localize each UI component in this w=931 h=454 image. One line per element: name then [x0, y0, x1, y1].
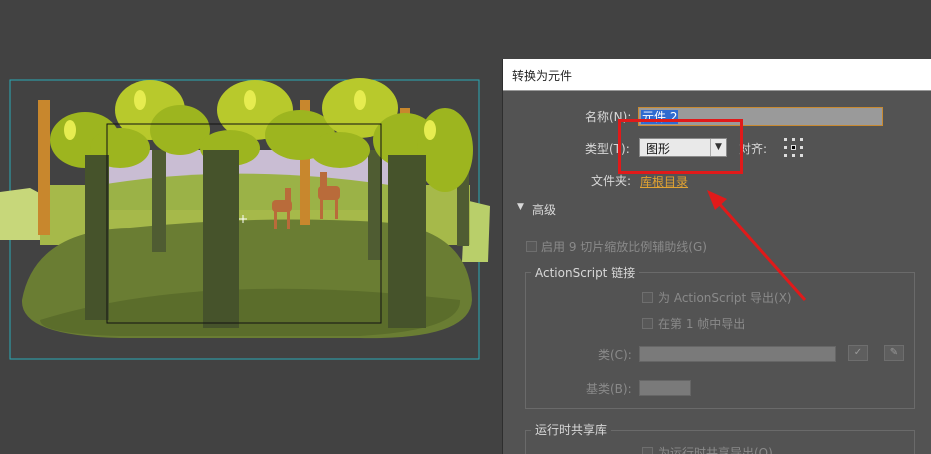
enable-9slice-checkbox[interactable] [526, 241, 537, 252]
align-label: 对齐: [739, 142, 768, 156]
advanced-toggle[interactable]: 高级 [532, 201, 556, 218]
folder-link[interactable]: 库根目录 [640, 173, 688, 190]
export-frame1-checkbox[interactable] [642, 318, 653, 329]
triangle-down-icon[interactable]: ▼ [517, 202, 524, 212]
edit-icon[interactable]: ✎ [884, 345, 904, 361]
runtime-group-title: 运行时共享库 [531, 421, 612, 438]
runtime-export-label: 为运行时共享导出(O) [658, 446, 773, 454]
base-class-input[interactable] [639, 380, 691, 396]
enable-9slice-label: 启用 9 切片缩放比例辅助线(G) [541, 240, 707, 254]
check-icon[interactable]: ✓ [848, 345, 868, 361]
tree-trunk-front [85, 155, 109, 320]
export-as-checkbox[interactable] [642, 292, 653, 303]
folder-label: 文件夹: [591, 174, 632, 188]
export-frame1-label: 在第 1 帧中导出 [658, 317, 746, 331]
dialog-titlebar[interactable]: 转换为元件 [503, 59, 931, 91]
annotation-highlight-box [618, 119, 743, 174]
stage-canvas[interactable] [0, 0, 500, 400]
tree-trunk [38, 100, 50, 235]
tree-trunk [368, 150, 382, 260]
tree-trunk-front [203, 150, 239, 328]
tree-trunk [152, 150, 166, 252]
actionscript-group-title: ActionScript 链接 [531, 264, 640, 281]
tree-trunk-front [388, 155, 426, 328]
class-label: 类(C): [598, 348, 632, 362]
export-as-label: 为 ActionScript 导出(X) [658, 291, 792, 305]
registration-grid-icon[interactable] [784, 138, 804, 158]
base-class-label: 基类(B): [586, 382, 632, 396]
dialog-title: 转换为元件 [512, 69, 573, 83]
runtime-export-checkbox[interactable] [642, 447, 653, 454]
class-input[interactable] [639, 346, 836, 362]
